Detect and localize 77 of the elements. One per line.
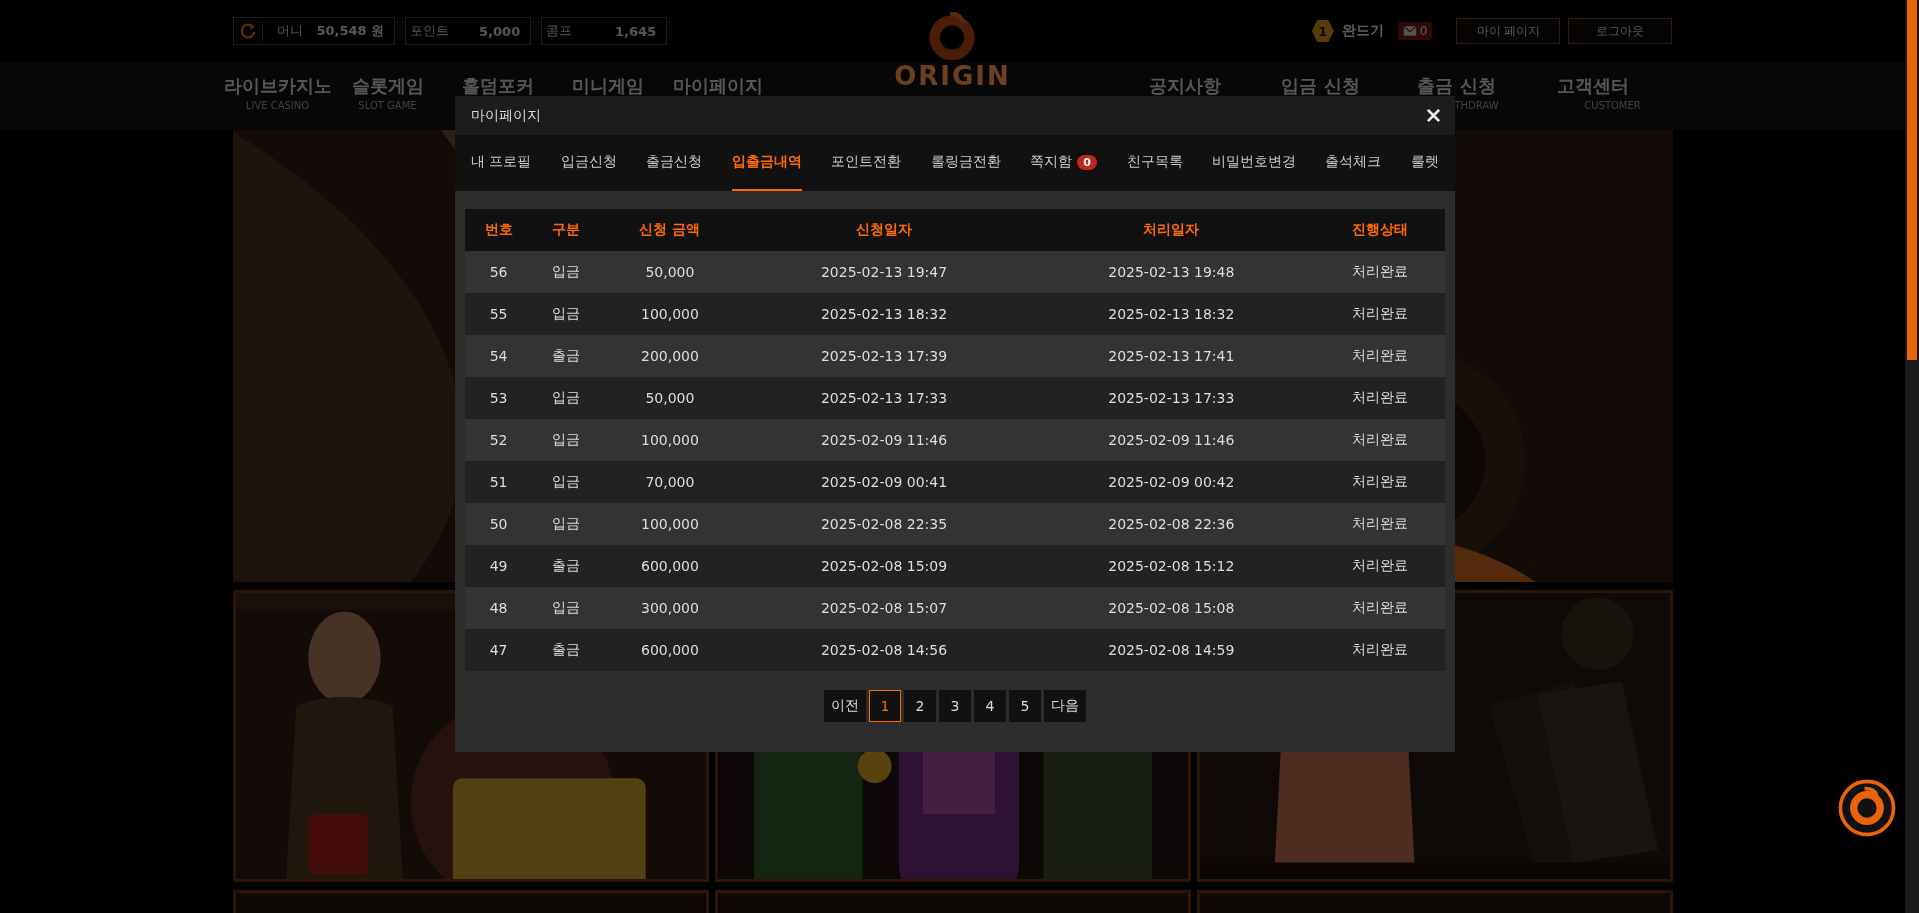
balance-value: 1,645: [615, 23, 657, 39]
table-cell: 처리완료: [1314, 587, 1445, 629]
balance-value: 5,000: [479, 23, 521, 39]
table-cell: 입금: [532, 251, 600, 293]
table-cell: 2025-02-13 17:39: [740, 335, 1028, 377]
table-cell: 2025-02-08 15:07: [740, 587, 1028, 629]
column-header: 신청 금액: [599, 209, 741, 251]
table-cell: 2025-02-08 22:36: [1027, 503, 1315, 545]
count-badge: 0: [1077, 154, 1097, 170]
table-cell: 처리완료: [1314, 629, 1445, 671]
table-cell: 2025-02-08 14:56: [740, 629, 1028, 671]
column-header: 진행상태: [1314, 209, 1445, 251]
table-cell: 입금: [532, 503, 600, 545]
table-cell: 2025-02-08 15:09: [740, 545, 1028, 587]
table-cell: 100,000: [599, 293, 741, 335]
table-cell: 53: [465, 377, 533, 419]
table-cell: 47: [465, 629, 533, 671]
column-header: 구분: [532, 209, 600, 251]
message-count: 0: [1419, 24, 1428, 38]
balance-label: 머니: [276, 22, 303, 40]
table-cell: 2025-02-09 11:46: [740, 419, 1028, 461]
table-cell: 2025-02-09 11:46: [1027, 419, 1315, 461]
table-cell: 70,000: [599, 461, 741, 503]
table-cell: 입금: [532, 587, 600, 629]
modal-title: 마이페이지: [471, 106, 541, 125]
table-cell: 처리완료: [1314, 335, 1445, 377]
table-cell: 49: [465, 545, 533, 587]
balance-value: 50,548 원: [316, 22, 385, 40]
table-cell: 입금: [532, 419, 600, 461]
table-cell: 2025-02-09 00:42: [1027, 461, 1315, 503]
table-cell: 52: [465, 419, 533, 461]
table-cell: 2025-02-13 19:47: [740, 251, 1028, 293]
table-cell: 입금: [532, 377, 600, 419]
column-header: 신청일자: [740, 209, 1028, 251]
table-cell: 2025-02-09 00:41: [740, 461, 1028, 503]
balance-label: 포인트: [410, 22, 450, 40]
table-cell: 51: [465, 461, 533, 503]
balance-label: 콤프: [546, 22, 573, 40]
table-cell: 55: [465, 293, 533, 335]
table-cell: 100,000: [599, 503, 741, 545]
table-cell: 600,000: [599, 545, 741, 587]
table-cell: 2025-02-08 15:08: [1027, 587, 1315, 629]
username: 완드기: [1341, 22, 1384, 40]
table-cell: 48: [465, 587, 533, 629]
table-cell: 처리완료: [1314, 419, 1445, 461]
table-cell: 50,000: [599, 251, 741, 293]
table-cell: 2025-02-08 14:59: [1027, 629, 1315, 671]
table-cell: 2025-02-08 15:12: [1027, 545, 1315, 587]
table-cell: 출금: [532, 545, 600, 587]
table-cell: 300,000: [599, 587, 741, 629]
table-cell: 2025-02-13 18:32: [740, 293, 1028, 335]
table-cell: 54: [465, 335, 533, 377]
table-cell: 출금: [532, 335, 600, 377]
table-cell: 2025-02-13 17:33: [1027, 377, 1315, 419]
table-cell: 2025-02-13 17:41: [1027, 335, 1315, 377]
column-header: 처리일자: [1027, 209, 1315, 251]
table-cell: 입금: [532, 293, 600, 335]
level-badge: 1: [1311, 20, 1334, 42]
table-cell: 처리완료: [1314, 503, 1445, 545]
table-cell: 처리완료: [1314, 293, 1445, 335]
table-cell: 56: [465, 251, 533, 293]
table-cell: 2025-02-13 18:32: [1027, 293, 1315, 335]
table-cell: 2025-02-13 17:33: [740, 377, 1028, 419]
table-cell: 2025-02-13 19:48: [1027, 251, 1315, 293]
table-cell: 2025-02-08 22:35: [740, 503, 1028, 545]
table-cell: 100,000: [599, 419, 741, 461]
table-cell: 출금: [532, 629, 600, 671]
table-cell: 입금: [532, 461, 600, 503]
table-cell: 50: [465, 503, 533, 545]
table-cell: 처리완료: [1314, 545, 1445, 587]
table-cell: 200,000: [599, 335, 741, 377]
table-cell: 600,000: [599, 629, 741, 671]
table-cell: 처리완료: [1314, 461, 1445, 503]
column-header: 번호: [465, 209, 533, 251]
table-cell: 50,000: [599, 377, 741, 419]
table-cell: 처리완료: [1314, 251, 1445, 293]
table-cell: 처리완료: [1314, 377, 1445, 419]
